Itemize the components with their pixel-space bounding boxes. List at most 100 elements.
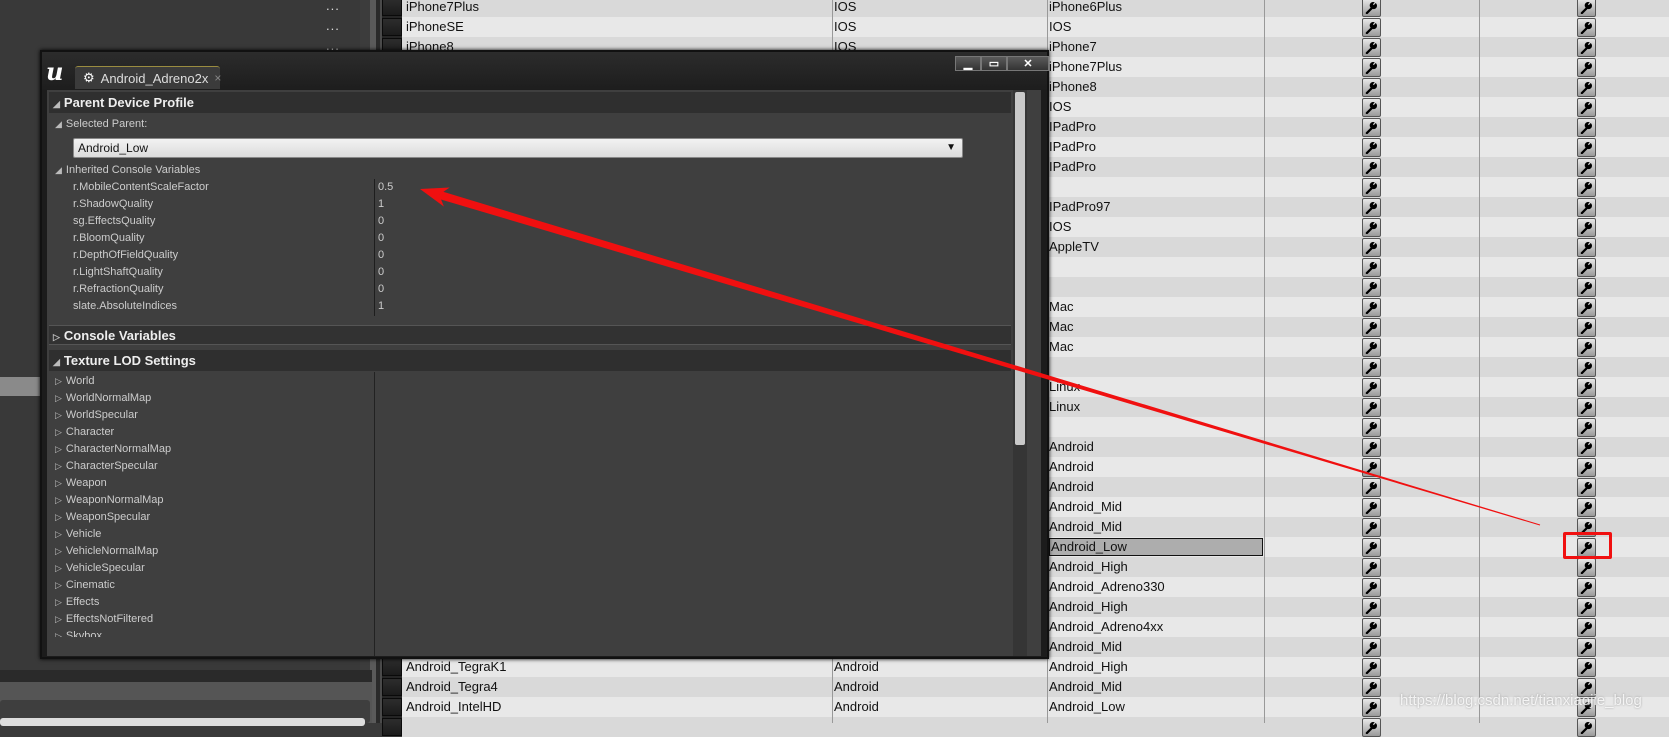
wrench-icon[interactable]	[1362, 218, 1381, 237]
parent-profile-cell[interactable]: AppleTV	[1049, 239, 1263, 254]
wrench-icon[interactable]	[1577, 78, 1596, 97]
console-variable-value[interactable]: 1	[378, 298, 384, 315]
console-variable-row[interactable]: slate.AbsoluteIndices 1	[49, 298, 1011, 315]
console-variable-row[interactable]: r.ShadowQuality 1	[49, 196, 1011, 213]
wrench-icon[interactable]	[1362, 578, 1381, 597]
wrench-icon[interactable]	[1362, 158, 1381, 177]
wrench-icon[interactable]	[1362, 438, 1381, 457]
wrench-icon[interactable]	[1577, 558, 1596, 577]
wrench-icon[interactable]	[1362, 478, 1381, 497]
more-options-icon[interactable]: ...	[326, 0, 340, 13]
wrench-icon[interactable]	[1362, 98, 1381, 117]
parent-profile-cell[interactable]: iPhone8	[1049, 79, 1263, 94]
platform-cell[interactable]: IOS	[834, 19, 1044, 34]
wrench-icon[interactable]	[1362, 38, 1381, 57]
parent-profile-cell[interactable]: Android_Mid	[1049, 679, 1263, 694]
wrench-icon[interactable]	[1577, 158, 1596, 177]
wrench-icon[interactable]	[1577, 278, 1596, 297]
row-header[interactable]	[382, 678, 402, 696]
wrench-icon[interactable]	[1362, 598, 1381, 617]
parent-profile-cell[interactable]: Android	[1049, 459, 1263, 474]
wrench-icon[interactable]	[1362, 378, 1381, 397]
wrench-icon[interactable]	[1577, 578, 1596, 597]
wrench-icon[interactable]	[1577, 198, 1596, 217]
bottom-input[interactable]	[0, 718, 365, 726]
texture-group-row[interactable]: ▷ WeaponSpecular	[49, 509, 150, 526]
console-variable-value[interactable]: 0	[378, 213, 384, 230]
wrench-icon[interactable]	[1577, 0, 1596, 17]
wrench-icon[interactable]	[1577, 418, 1596, 437]
wrench-icon[interactable]	[1362, 298, 1381, 317]
wrench-icon[interactable]	[1577, 118, 1596, 137]
wrench-icon[interactable]	[1577, 618, 1596, 637]
texture-group-row[interactable]: ▷ VehicleSpecular	[49, 560, 145, 577]
wrench-icon[interactable]	[1577, 658, 1596, 677]
section-parent-device-profile[interactable]: ◢ Parent Device Profile	[49, 92, 1011, 113]
wrench-icon[interactable]	[1362, 498, 1381, 517]
profile-name-cell[interactable]: iPhone7Plus	[406, 0, 832, 14]
console-variable-row[interactable]: r.LightShaftQuality 0	[49, 264, 1011, 281]
close-button[interactable]: ✕	[1007, 56, 1049, 71]
wrench-icon[interactable]	[1577, 218, 1596, 237]
texture-group-row[interactable]: ▷ World	[49, 373, 94, 390]
wrench-icon[interactable]	[1577, 398, 1596, 417]
title-bar[interactable]: u ⚙ Android_Adreno2x × ▁ ▭ ✕	[42, 52, 1049, 90]
platform-cell[interactable]: Android	[834, 699, 1044, 714]
wrench-icon[interactable]	[1362, 118, 1381, 137]
parent-profile-cell[interactable]: Mac	[1049, 299, 1263, 314]
wrench-icon[interactable]	[1577, 258, 1596, 277]
wrench-icon[interactable]	[1362, 238, 1381, 257]
parent-profile-cell[interactable]: IPadPro	[1049, 159, 1263, 174]
wrench-icon[interactable]	[1577, 98, 1596, 117]
section-texture-lod-settings[interactable]: ◢ Texture LOD Settings	[49, 350, 1011, 371]
column-divider[interactable]	[1264, 0, 1265, 723]
parent-profile-cell[interactable]: Android_High	[1049, 559, 1263, 574]
wrench-icon[interactable]	[1362, 58, 1381, 77]
console-variable-value[interactable]: 0.5	[378, 179, 393, 196]
profile-name-cell[interactable]: Android_IntelHD	[406, 699, 832, 714]
section-console-variables[interactable]: ▷ Console Variables	[49, 325, 1011, 345]
wrench-icon[interactable]	[1362, 78, 1381, 97]
wrench-icon[interactable]	[1362, 698, 1381, 717]
wrench-icon[interactable]	[1362, 318, 1381, 337]
wrench-icon[interactable]	[1577, 718, 1596, 737]
profile-name-cell[interactable]: Android_Tegra4	[406, 679, 832, 694]
parent-profile-cell[interactable]: Mac	[1049, 339, 1263, 354]
texture-group-row[interactable]: ▷ WorldSpecular	[49, 407, 138, 424]
wrench-icon[interactable]	[1577, 298, 1596, 317]
console-variable-value[interactable]: 0	[378, 230, 384, 247]
texture-group-row[interactable]: ▷ CharacterSpecular	[49, 458, 158, 475]
console-variable-value[interactable]: 0	[378, 281, 384, 298]
console-variable-value[interactable]: 0	[378, 247, 384, 264]
column-divider[interactable]	[1479, 0, 1480, 723]
profile-name-cell[interactable]: Android_TegraK1	[406, 659, 832, 674]
wrench-icon[interactable]	[1362, 678, 1381, 697]
tab-android-adreno2x[interactable]: ⚙ Android_Adreno2x ×	[75, 66, 221, 89]
wrench-icon[interactable]	[1362, 718, 1381, 737]
parent-profile-cell[interactable]: IOS	[1049, 19, 1263, 34]
wrench-icon[interactable]	[1362, 278, 1381, 297]
texture-group-row[interactable]: ▷ WorldNormalMap	[49, 390, 151, 407]
texture-group-row[interactable]: ▷ Vehicle	[49, 526, 101, 543]
parent-profile-cell[interactable]: Linux	[1049, 399, 1263, 414]
parent-profile-cell[interactable]: IPadPro	[1049, 139, 1263, 154]
parent-profile-cell[interactable]: Android	[1049, 439, 1263, 454]
wrench-icon[interactable]	[1577, 238, 1596, 257]
console-variable-row[interactable]: r.DepthOfFieldQuality 0	[49, 247, 1011, 264]
row-header[interactable]	[382, 698, 402, 716]
parent-profile-cell[interactable]: iPhone7	[1049, 39, 1263, 54]
left-panel-selected-item[interactable]	[0, 377, 40, 396]
platform-cell[interactable]: Android	[834, 679, 1044, 694]
selected-parent-dropdown[interactable]: Android_Low ▼	[73, 138, 963, 158]
maximize-button[interactable]: ▭	[981, 56, 1007, 71]
wrench-icon[interactable]	[1577, 138, 1596, 157]
texture-group-row[interactable]: ▷ EffectsNotFiltered	[49, 611, 153, 628]
parent-profile-cell[interactable]: Linux	[1049, 379, 1263, 394]
wrench-icon[interactable]	[1577, 338, 1596, 357]
texture-group-row[interactable]: ▷ Weapon	[49, 475, 107, 492]
row-header[interactable]	[382, 0, 402, 16]
console-variable-row[interactable]: sg.EffectsQuality 0	[49, 213, 1011, 230]
wrench-icon[interactable]	[1362, 638, 1381, 657]
console-variable-value[interactable]: 0	[378, 264, 384, 281]
parent-profile-cell[interactable]: Android_Low	[1049, 538, 1263, 556]
